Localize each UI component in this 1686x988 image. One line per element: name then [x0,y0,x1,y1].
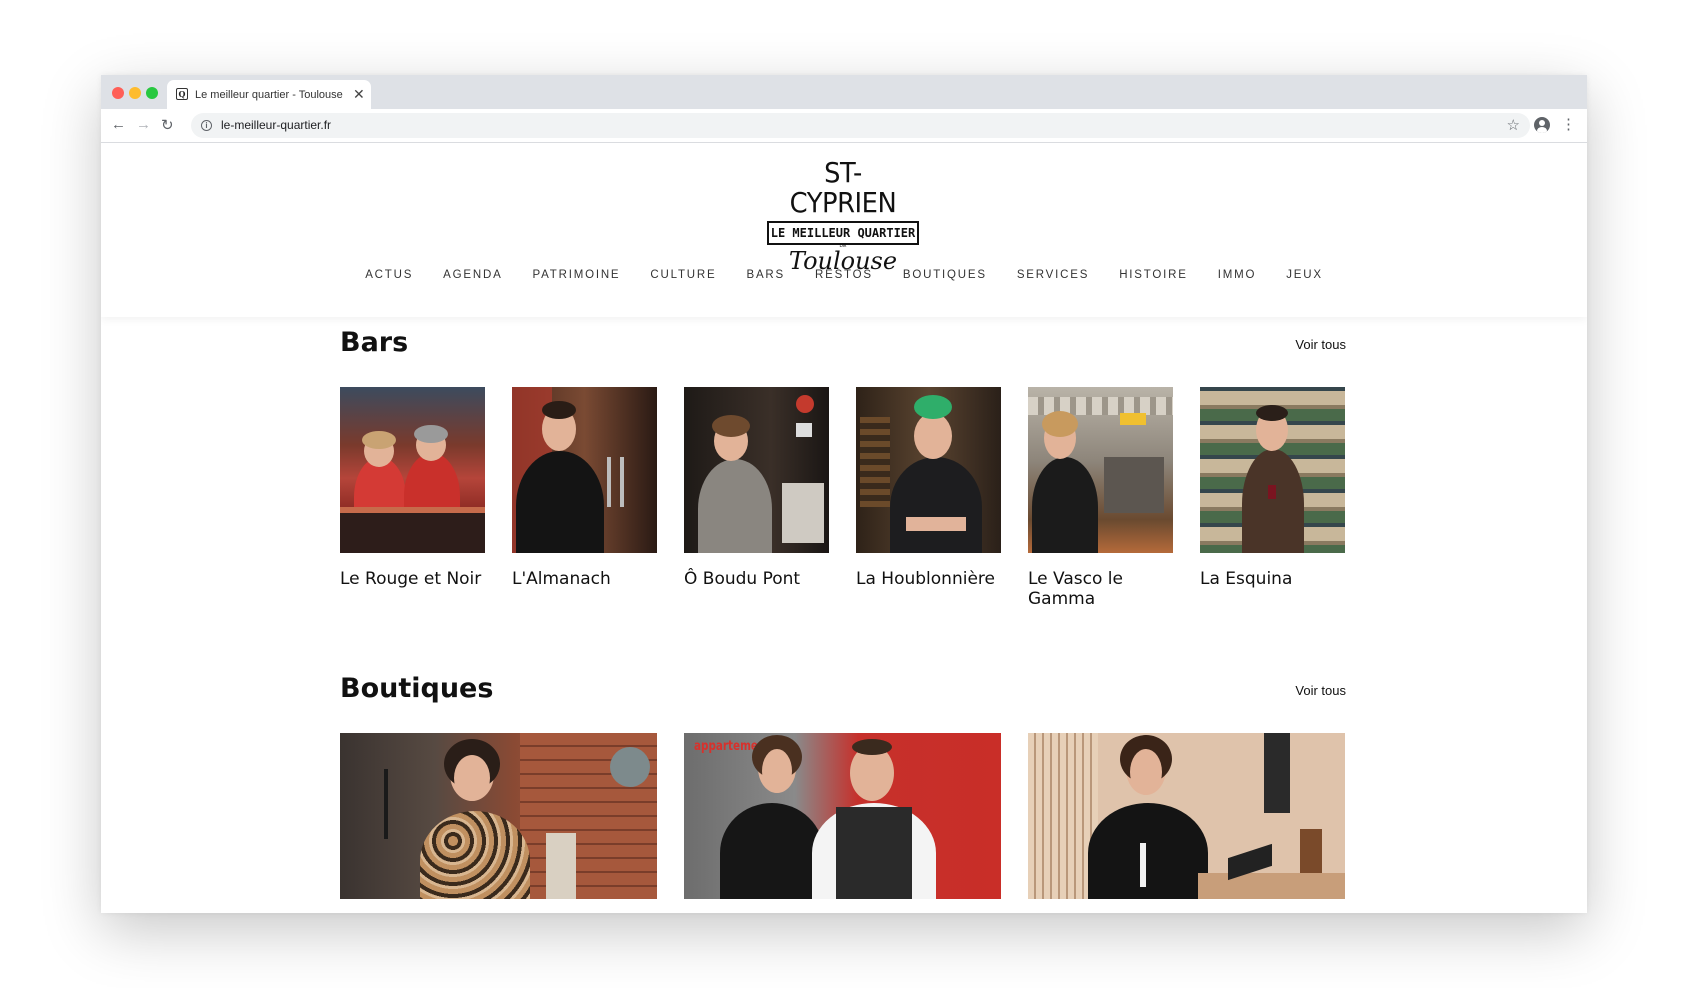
nav-item-culture[interactable]: CULTURE [650,269,716,281]
nav-item-bars[interactable]: BARS [746,269,785,281]
boutique-card[interactable] [340,733,657,899]
bar-card[interactable]: La Esquina [1200,387,1345,589]
bar-photo [1028,387,1173,553]
reload-icon[interactable]: ↻ [161,116,174,134]
logo-title: ST-CYPRIEN [789,156,897,219]
back-arrow-icon[interactable]: ← [111,116,126,133]
bar-card[interactable]: L'Almanach [512,387,657,589]
nav-item-restos[interactable]: RESTOS [815,269,873,281]
bar-photo [512,387,657,553]
boutique-photo [340,733,657,899]
nav-item-patrimoine[interactable]: PATRIMOINE [533,269,621,281]
info-icon[interactable]: i [201,120,212,131]
boutique-card[interactable]: appartement [684,733,1001,899]
nav-item-histoire[interactable]: HISTOIRE [1119,269,1188,281]
see-all-bars-link[interactable]: Voir tous [1295,337,1346,352]
boutique-photo [1028,733,1345,899]
bar-photo [856,387,1001,553]
section-title-boutiques: Boutiques [340,673,494,704]
nav-item-services[interactable]: SERVICES [1017,269,1089,281]
bar-card[interactable]: Ô Boudu Pont [684,387,829,589]
bar-name: La Houblonnière [856,569,995,589]
bar-name: Ô Boudu Pont [684,569,801,589]
account-icon[interactable] [1534,117,1550,133]
boutique-photo: appartement [684,733,1001,899]
nav-item-agenda[interactable]: AGENDA [443,269,502,281]
menu-icon[interactable]: ⋮ [1561,115,1576,133]
tab-bar: Q Le meilleur quartier - Toulouse ✕ [101,75,1587,109]
site-header: ST-CYPRIEN LE MEILLEUR QUARTIER DE Toulo… [101,143,1587,317]
section-title-bars: Bars [340,327,409,358]
main-nav: ACTUS AGENDA PATRIMOINE CULTURE BARS RES… [101,269,1587,281]
bar-card[interactable]: Le Rouge et Noir [340,387,485,589]
boutique-card[interactable] [1028,733,1345,899]
close-window-button[interactable] [112,87,124,99]
see-all-boutiques-link[interactable]: Voir tous [1295,683,1346,698]
browser-tab[interactable]: Q Le meilleur quartier - Toulouse ✕ [167,80,371,109]
browser-toolbar: ← → ↻ i le-meilleur-quartier.fr ☆ ⋮ [101,109,1587,143]
bar-card[interactable]: Le Vasco le Gamma [1028,387,1173,609]
bar-name: Le Vasco le Gamma [1028,569,1123,609]
site-logo[interactable]: ST-CYPRIEN LE MEILLEUR QUARTIER DE Toulo… [765,158,921,275]
browser-window: Q Le meilleur quartier - Toulouse ✕ ← → … [101,75,1587,913]
forward-arrow-icon[interactable]: → [136,116,151,133]
bar-name: Le Rouge et Noir [340,569,482,589]
tab-title: Le meilleur quartier - Toulouse [195,89,343,101]
bar-name: L'Almanach [512,569,611,589]
page-viewport: ST-CYPRIEN LE MEILLEUR QUARTIER DE Toulo… [101,143,1587,913]
bar-photo [1200,387,1345,553]
nav-item-boutiques[interactable]: BOUTIQUES [903,269,987,281]
minimize-window-button[interactable] [129,87,141,99]
bar-photo [684,387,829,553]
nav-item-jeux[interactable]: JEUX [1286,269,1323,281]
bar-name: La Esquina [1200,569,1293,589]
star-icon[interactable]: ☆ [1507,116,1520,134]
close-icon[interactable]: ✕ [353,86,365,103]
site-favicon-icon: Q [176,88,188,100]
nav-item-immo[interactable]: IMMO [1218,269,1257,281]
nav-item-actus[interactable]: ACTUS [365,269,413,281]
maximize-window-button[interactable] [146,87,158,99]
logo-subtitle: LE MEILLEUR QUARTIER [767,221,919,245]
bar-photo [340,387,485,553]
address-bar[interactable]: i le-meilleur-quartier.fr ☆ [191,113,1530,138]
bar-card[interactable]: La Houblonnière [856,387,1001,589]
url-text[interactable]: le-meilleur-quartier.fr [221,118,331,132]
